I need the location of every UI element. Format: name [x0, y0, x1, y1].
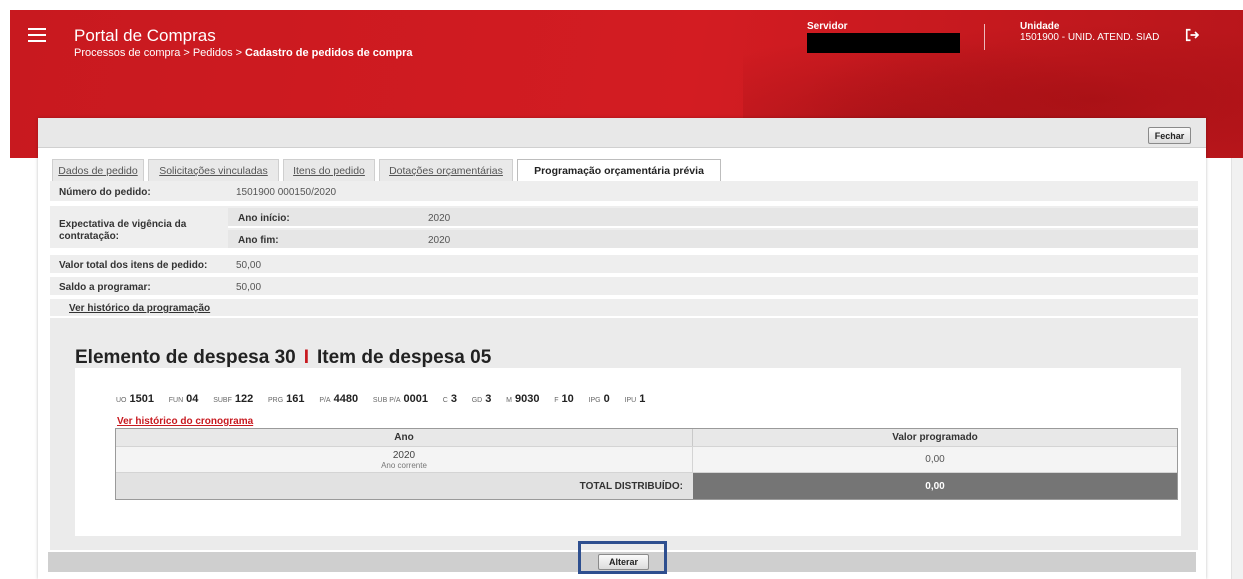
elemento-despesa-label: Elemento de despesa 30 [75, 347, 296, 368]
column-header-ano: Ano [116, 429, 693, 446]
title-separator: I [303, 347, 309, 368]
ano-inicio-value: 2020 [428, 213, 451, 224]
breadcrumb-item-pedidos[interactable]: Pedidos [193, 47, 233, 59]
ano-subtext: Ano corrente [381, 460, 427, 470]
ano-fim-value: 2020 [428, 235, 451, 246]
code-value: 4480 [333, 393, 359, 405]
tab-itens-pedido[interactable]: Itens do pedido [283, 159, 375, 181]
code-value: 1501 [129, 393, 154, 405]
table-row: 2020 Ano corrente 0,00 [116, 447, 1177, 473]
breadcrumb-separator: > [183, 47, 190, 59]
code-value: 1 [639, 393, 646, 405]
code-key: P/A [319, 397, 331, 404]
code-value: 122 [234, 393, 254, 405]
code-key: SUB P/A [372, 397, 401, 404]
tab-dotacoes[interactable]: Dotações orçamentárias [379, 159, 513, 181]
code-key: C [442, 397, 448, 404]
unidade-value: 1501900 - UNID. ATEND. SIAD [1020, 32, 1160, 43]
code-value: 9030 [514, 393, 540, 405]
numero-value: 1501900 000150/2020 [236, 187, 337, 198]
code-key: F [554, 397, 559, 404]
code-value: 10 [561, 393, 574, 405]
card-toolbar: Fechar [38, 118, 1206, 148]
cronograma-table: Ano Valor programado 2020 Ano corrente 0… [115, 428, 1178, 500]
page-scrollbar[interactable] [1231, 158, 1243, 579]
numero-row: Número do pedido: 1501900 000150/2020 [50, 181, 1198, 203]
historico-cronograma-link[interactable]: Ver histórico do cronograma [117, 416, 253, 427]
code-value: 161 [286, 393, 305, 405]
code-key: PRG [268, 397, 284, 404]
ano-inicio-row: Ano início: 2020 [228, 208, 1198, 228]
ano-cell: 2020 Ano corrente [116, 447, 693, 472]
total-value: 0,00 [693, 473, 1177, 499]
cronograma-box: UO 1501 FUN 04 SUBF 122 PRG 161 P/A 4480 SUB … [75, 368, 1181, 536]
breadcrumb-item-processos[interactable]: Processos de compra [74, 47, 180, 59]
saldo-value: 50,00 [236, 282, 262, 293]
tab-dados-pedido[interactable]: Dados de pedido [52, 159, 144, 181]
breadcrumb: Processos de compra > Pedidos > Cadastro de … [74, 47, 413, 59]
code-value: 0 [603, 393, 610, 405]
content-card: Fechar Dados de pedido Solicitações vinc… [38, 118, 1206, 579]
ano-fim-label: Ano fim: [238, 235, 279, 246]
breadcrumb-separator: > [235, 47, 243, 59]
highlight-frame [578, 541, 667, 574]
valor-total-row: Valor total dos itens de pedido: 50,00 [50, 255, 1198, 275]
tab-solicitacoes[interactable]: Solicitações vinculadas [148, 159, 279, 181]
valor-total-label: Valor total dos itens de pedido: [59, 260, 208, 271]
tab-programacao-previa[interactable]: Programação orçamentária prévia [517, 159, 721, 182]
numero-label: Número do pedido: [59, 187, 151, 198]
code-key: GD [471, 397, 483, 404]
app-title: Portal de Compras [74, 26, 216, 45]
valor-programado-cell: 0,00 [925, 454, 945, 465]
servidor-redacted [807, 33, 960, 53]
hamburger-menu-icon[interactable] [28, 28, 46, 42]
total-label: TOTAL DISTRIBUÍDO: [116, 473, 693, 499]
table-header: Ano Valor programado [116, 429, 1177, 447]
historico-row: Ver histórico da programação [50, 299, 1198, 318]
code-key: IPU [624, 397, 637, 404]
despesa-title: Elemento de despesa 30 I Item de despesa 0… [75, 347, 491, 369]
header-divider [984, 24, 985, 50]
code-value: 3 [450, 393, 457, 405]
logout-icon[interactable] [1183, 26, 1201, 44]
breadcrumb-item-current: Cadastro de pedidos de compra [245, 47, 413, 59]
code-value: 04 [186, 393, 199, 405]
ano-fim-row: Ano fim: 2020 [228, 230, 1198, 250]
code-value: 0001 [403, 393, 428, 405]
code-key: FUN [168, 397, 184, 404]
total-row: TOTAL DISTRIBUÍDO: 0,00 [116, 473, 1177, 499]
budget-codes: UO 1501 FUN 04 SUBF 122 PRG 161 P/A 4480 SUB … [116, 393, 657, 405]
code-key: IPG [588, 397, 601, 404]
code-key: SUBF [213, 397, 232, 404]
item-despesa-label: Item de despesa 05 [317, 347, 492, 368]
unidade-label: Unidade [1020, 21, 1060, 32]
saldo-row: Saldo a programar: 50,00 [50, 277, 1198, 297]
vigencia-row: Expectativa de vigência da contratação: … [50, 206, 1198, 250]
code-key: UO [116, 397, 127, 404]
historico-programacao-link[interactable]: Ver histórico da programação [69, 303, 210, 314]
ano-inicio-label: Ano início: [238, 213, 290, 224]
column-header-valor: Valor programado [693, 429, 1177, 446]
saldo-label: Saldo a programar: [59, 282, 151, 293]
ano-value: 2020 [392, 449, 416, 461]
vigencia-label: Expectativa de vigência da contratação: [59, 219, 187, 242]
servidor-label: Servidor [807, 21, 848, 32]
valor-total-value: 50,00 [236, 260, 262, 271]
close-button[interactable]: Fechar [1148, 127, 1191, 144]
code-value: 3 [485, 393, 492, 405]
code-key: M [506, 397, 512, 404]
